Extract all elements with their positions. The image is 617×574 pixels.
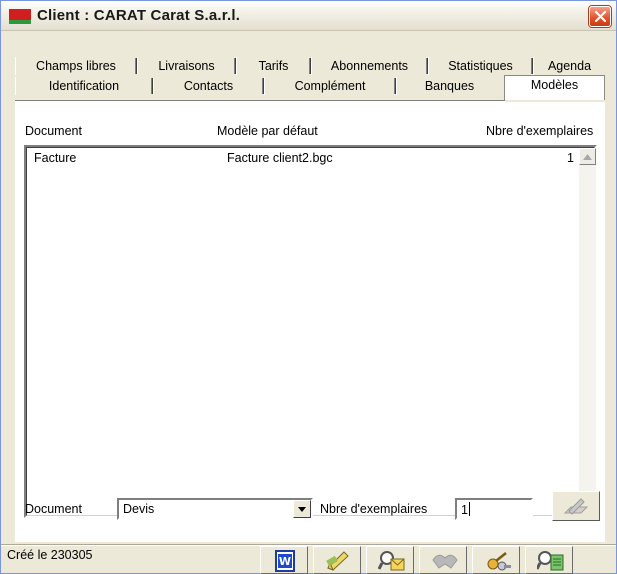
search-document-icon (537, 551, 564, 571)
title-bar[interactable]: Client : CARAT Carat S.a.r.l. (1, 1, 616, 31)
document-label: Document (25, 502, 82, 516)
handshake-button[interactable] (419, 546, 467, 574)
client-window: Client : CARAT Carat S.a.r.l. Champs lib… (0, 0, 617, 574)
vertical-scrollbar[interactable] (579, 148, 596, 515)
tab-abonnements[interactable]: Abonnements (311, 57, 428, 75)
tab-label: Contacts (183, 79, 234, 93)
word-icon: W (275, 550, 295, 572)
tab-agenda[interactable]: Agenda (533, 57, 605, 75)
tab-label: Livraisons (158, 59, 215, 73)
column-header-document[interactable]: Document (25, 124, 82, 138)
word-button[interactable]: W (260, 546, 308, 574)
tab-identification[interactable]: Identification (15, 77, 153, 95)
edit-icon (326, 551, 349, 571)
copies-input-value: 1 (461, 502, 470, 517)
tab-livraisons[interactable]: Livraisons (137, 57, 236, 75)
document-select-value: Devis (123, 502, 155, 516)
tab-label: Tarifs (258, 59, 289, 73)
scroll-up-button[interactable] (579, 148, 596, 165)
tab-modeles[interactable]: Modèles (504, 75, 605, 100)
cell-document: Facture (34, 151, 77, 165)
cell-model: Facture client2.bgc (227, 151, 333, 165)
tab-label: Identification (48, 79, 120, 93)
pencil-eraser-icon (563, 498, 589, 515)
search-mail-button[interactable] (366, 546, 414, 574)
handshake-icon (432, 554, 458, 569)
tab-label: Agenda (547, 59, 592, 73)
tab-label: Complément (294, 79, 366, 93)
tab-complement[interactable]: Complément (264, 77, 396, 95)
close-button[interactable] (589, 6, 611, 27)
keys-button[interactable] (472, 546, 520, 574)
tab-champs-libres[interactable]: Champs libres (15, 57, 137, 75)
created-date: Créé le 230305 (7, 548, 93, 562)
search-document-button[interactable] (525, 546, 573, 574)
close-icon (594, 10, 607, 23)
column-header-model[interactable]: Modèle par défaut (217, 124, 318, 138)
status-separator (1, 544, 616, 546)
tab-strip: Champs libres Livraisons Tarifs Abonneme… (15, 51, 605, 103)
tab-statistiques[interactable]: Statistiques (428, 57, 533, 75)
edit-button[interactable] (313, 546, 361, 574)
tab-tarifs[interactable]: Tarifs (236, 57, 311, 75)
window-title: Client : CARAT Carat S.a.r.l. (37, 7, 241, 24)
tab-contacts[interactable]: Contacts (153, 77, 264, 95)
app-icon (9, 9, 31, 24)
svg-text:W: W (279, 555, 291, 568)
column-header-copies[interactable]: Nbre d'exemplaires (486, 124, 593, 138)
copies-input[interactable]: 1 (455, 498, 533, 520)
tab-label: Abonnements (330, 59, 409, 73)
tab-label: Banques (424, 79, 475, 93)
chevron-down-icon (298, 507, 306, 512)
tab-label: Modèles (530, 78, 579, 92)
modeles-panel: Document Modèle par défaut Nbre d'exempl… (15, 102, 605, 542)
tab-label: Statistiques (448, 59, 513, 73)
tab-label: Champs libres (36, 59, 116, 73)
list-frame: Facture Facture client2.bgc 1 (26, 147, 596, 516)
edit-model-button[interactable] (552, 491, 600, 521)
copies-label: Nbre d'exemplaires (320, 502, 428, 516)
keys-icon (487, 552, 511, 571)
dropdown-button[interactable] (293, 500, 311, 518)
arrow-up-icon (583, 154, 592, 160)
document-select[interactable]: Devis (117, 498, 313, 520)
tab-banques[interactable]: Banques (396, 77, 502, 95)
models-list[interactable]: Facture Facture client2.bgc 1 (24, 145, 597, 518)
cell-copies: 1 (567, 151, 574, 165)
search-mail-icon (378, 551, 405, 571)
